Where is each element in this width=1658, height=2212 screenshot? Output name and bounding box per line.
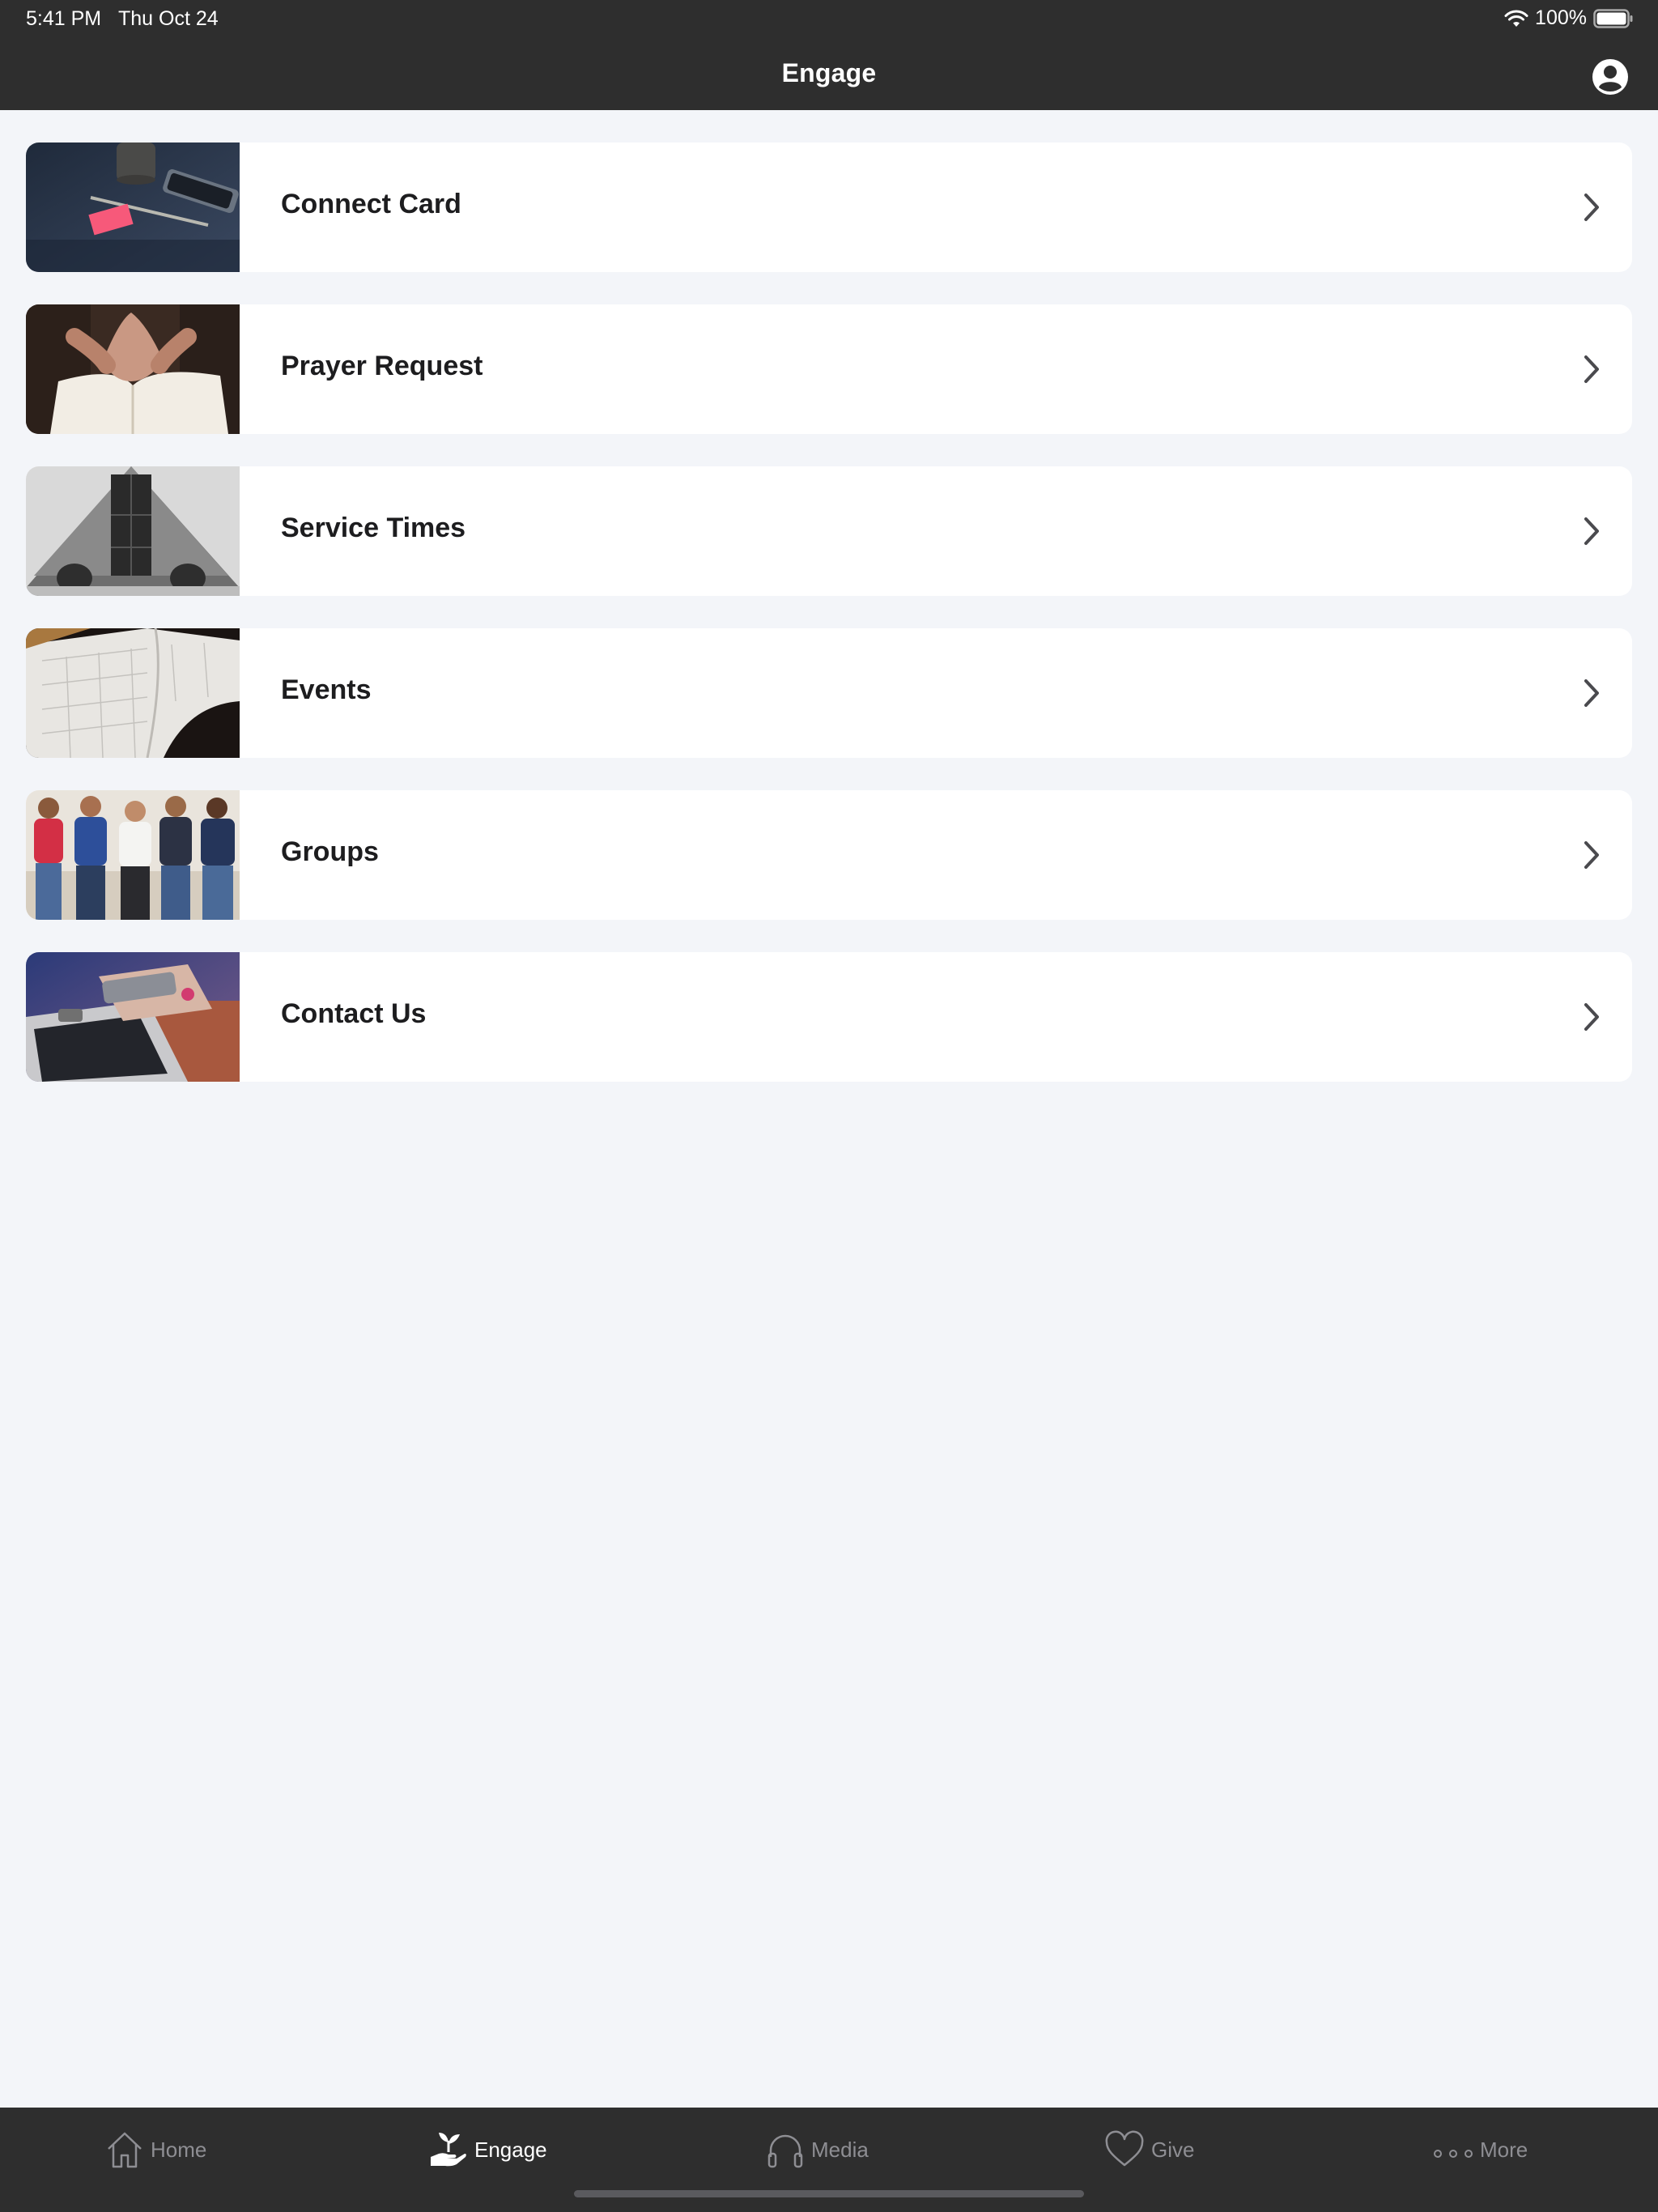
- tab-home[interactable]: Home: [105, 2125, 206, 2174]
- user-profile-icon: [1592, 59, 1628, 95]
- item-label: Contact Us: [281, 998, 427, 1029]
- tab-label: Engage: [474, 2137, 547, 2162]
- chevron-right-icon: [1584, 841, 1599, 869]
- battery-icon: [1593, 8, 1634, 28]
- tab-bar: Home Engage Media Give More: [0, 2108, 1658, 2212]
- ellipsis-icon: [1434, 2150, 1473, 2158]
- status-indicators: 100%: [1504, 6, 1634, 30]
- chevron-right-icon: [1584, 1003, 1599, 1031]
- tab-give[interactable]: Give: [1104, 2125, 1194, 2174]
- list-item-contact-us[interactable]: Contact Us: [26, 952, 1632, 1082]
- headphones-icon: [767, 2134, 803, 2168]
- battery-percent: 100%: [1535, 6, 1587, 29]
- tab-more[interactable]: More: [1433, 2125, 1528, 2174]
- chevron-right-icon: [1584, 517, 1599, 545]
- tab-label: Media: [811, 2137, 869, 2162]
- church-building-photo: [26, 466, 240, 596]
- desk-notes-photo: [26, 143, 240, 272]
- home-indicator[interactable]: [574, 2190, 1084, 2197]
- house-icon: [108, 2132, 142, 2168]
- item-label: Service Times: [281, 513, 466, 543]
- hand-plant-icon: [431, 2133, 466, 2167]
- tab-media[interactable]: Media: [766, 2125, 869, 2174]
- list-item-events[interactable]: Events: [26, 628, 1632, 758]
- navigation-bar: Engage: [0, 40, 1658, 110]
- chevron-right-icon: [1584, 679, 1599, 707]
- profile-button[interactable]: [1592, 58, 1629, 96]
- status-time: 5:41 PM: [26, 7, 102, 30]
- status-date: Thu Oct 24: [118, 7, 219, 30]
- praying-hands-photo: [26, 304, 240, 434]
- item-label: Connect Card: [281, 189, 461, 219]
- engage-list: Connect Card Prayer Request Service Time…: [26, 143, 1632, 1114]
- wifi-icon: [1504, 9, 1528, 28]
- heart-icon: [1105, 2130, 1144, 2167]
- item-label: Prayer Request: [281, 351, 483, 381]
- status-bar: 5:41 PM Thu Oct 24 100%: [0, 0, 1658, 40]
- page-title: Engage: [781, 58, 877, 87]
- list-item-connect-card[interactable]: Connect Card: [26, 143, 1632, 272]
- tab-engage[interactable]: Engage: [429, 2125, 547, 2174]
- list-item-prayer-request[interactable]: Prayer Request: [26, 304, 1632, 434]
- phone-laptop-photo: [26, 952, 240, 1082]
- tab-label: Give: [1151, 2137, 1195, 2162]
- tab-label: Home: [151, 2137, 207, 2162]
- tab-label: More: [1480, 2137, 1528, 2162]
- chevron-right-icon: [1584, 194, 1599, 221]
- item-label: Events: [281, 674, 372, 705]
- calendar-planner-photo: [26, 628, 240, 758]
- item-label: Groups: [281, 836, 379, 867]
- chevron-right-icon: [1584, 355, 1599, 383]
- list-item-service-times[interactable]: Service Times: [26, 466, 1632, 596]
- group-of-people-photo: [26, 790, 240, 920]
- list-item-groups[interactable]: Groups: [26, 790, 1632, 920]
